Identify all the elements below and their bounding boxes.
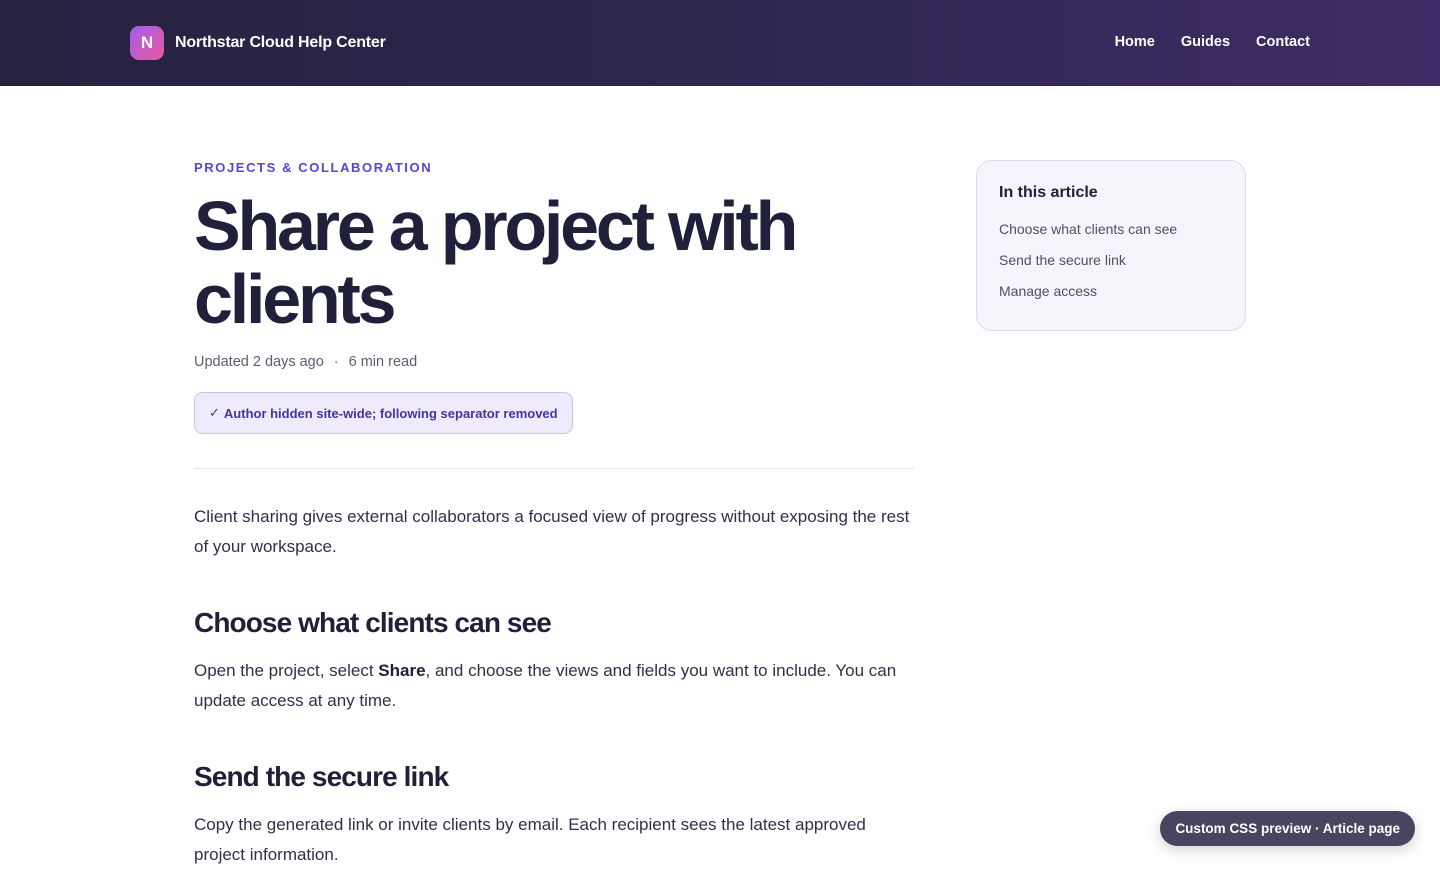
read-time: 6 min read [348, 354, 418, 370]
main-nav: Home Guides Contact [1115, 34, 1310, 50]
northstar-logo-icon: N [130, 26, 164, 60]
share-emphasis: Share [378, 661, 426, 680]
toc-link-choose[interactable]: Choose what clients can see [999, 221, 1223, 237]
nav-home-link[interactable]: Home [1115, 34, 1155, 50]
meta-separator: · [333, 354, 339, 370]
section-text-part: Open the project, select [194, 661, 379, 680]
nav-contact-link[interactable]: Contact [1256, 34, 1310, 50]
article: PROJECTS & COLLABORATION Share a project… [194, 160, 914, 870]
section-text-send: Copy the generated link or invite client… [194, 815, 866, 864]
article-meta: Updated 2 days ago · 6 min read [194, 354, 914, 370]
status-notice: ✓ Author hidden site-wide; following sep… [194, 392, 573, 434]
article-category[interactable]: PROJECTS & COLLABORATION [194, 160, 914, 176]
toc-link-manage[interactable]: Manage access [999, 283, 1223, 299]
toc-link-send[interactable]: Send the secure link [999, 252, 1223, 268]
preview-badge[interactable]: Custom CSS preview · Article page [1160, 811, 1415, 846]
toc-title: In this article [999, 184, 1098, 201]
section-heading-choose: Choose what clients can see [194, 607, 552, 638]
toc-list: Choose what clients can see Send the sec… [999, 221, 1223, 299]
section-text-choose: Open the project, select Share, and choo… [194, 656, 914, 716]
table-of-contents: In this article Choose what clients can … [976, 160, 1246, 331]
site-name: Northstar Cloud Help Center [175, 34, 386, 51]
notice-text: Author hidden site-wide; following separ… [223, 405, 558, 421]
updated-text: Updated 2 days ago [194, 354, 324, 370]
site-header: N Northstar Cloud Help Center Home Guide… [0, 0, 1440, 86]
nav-guides-link[interactable]: Guides [1181, 34, 1230, 50]
article-title: Share a project with clients [194, 187, 798, 338]
divider [194, 468, 914, 469]
brand[interactable]: N Northstar Cloud Help Center [130, 26, 386, 60]
article-intro: Client sharing gives external collaborat… [194, 507, 910, 556]
section-heading-send: Send the secure link [194, 761, 449, 792]
check-icon: ✓ [209, 405, 220, 420]
